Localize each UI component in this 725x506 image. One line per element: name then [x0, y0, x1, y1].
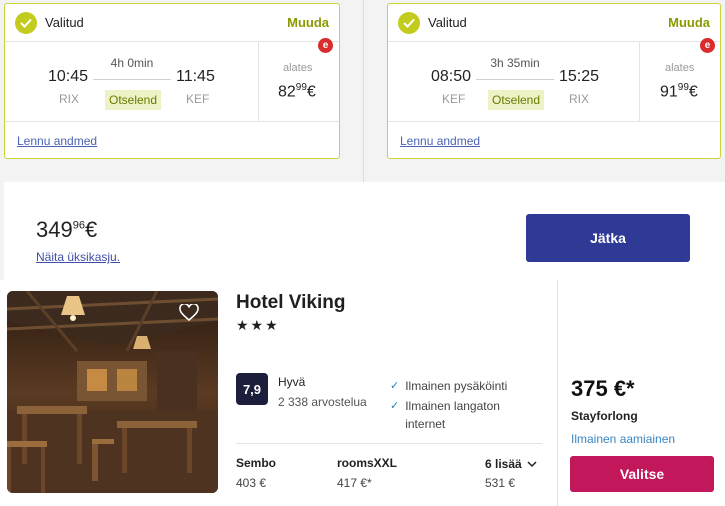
return-card-header: Valitud Muuda: [388, 4, 720, 42]
return-flight-card: Valitud Muuda 08:50 KEF 3h 35min Otselen…: [387, 3, 721, 159]
arrive-time: 11:45: [176, 68, 215, 85]
arrive-airport: RIX: [569, 92, 590, 106]
flight-price: 8299€: [278, 82, 316, 101]
change-link[interactable]: Muuda: [668, 15, 710, 30]
price-divider: [258, 42, 259, 121]
arrive-airport: KEF: [186, 92, 210, 106]
flight-duration: 3h 35min: [490, 56, 540, 70]
depart-airport: RIX: [59, 92, 80, 106]
chevron-down-icon: [527, 461, 537, 468]
price-divider: [639, 42, 640, 121]
price-column-divider: [557, 280, 558, 506]
selected-status: Valitud: [45, 15, 84, 30]
check-icon: [398, 11, 420, 34]
from-label: alates: [665, 62, 695, 74]
direct-flight-tag: Otselend: [488, 90, 545, 110]
flight-duration: 4h 0min: [110, 56, 154, 70]
column-divider: [363, 0, 364, 182]
provider-price[interactable]: 403 €: [236, 476, 266, 490]
amenity-item: ✓ Ilmainen pysäköinti: [390, 379, 508, 393]
from-label: alates: [283, 62, 313, 74]
duration-line: [93, 79, 171, 80]
outbound-card-header: Valitud Muuda: [5, 4, 339, 42]
price-summary: 34996€ Näita üksikasju. Jätka: [4, 182, 725, 280]
e-badge-icon: e: [700, 38, 715, 53]
flight-details-link[interactable]: Lennu andmed: [17, 134, 97, 148]
total-price: 34996€: [36, 217, 98, 242]
return-flight-info: 08:50 KEF 3h 35min Otselend 15:25 RIX e …: [388, 38, 720, 122]
depart-time: 08:50: [431, 68, 472, 85]
change-link[interactable]: Muuda: [287, 15, 329, 30]
show-details-link[interactable]: Näita üksikasju.: [36, 250, 120, 264]
favorite-heart-icon[interactable]: [179, 302, 199, 327]
outbound-flight-card: Valitud Muuda 10:45 RIX 4h 0min Otselend…: [4, 3, 340, 159]
best-price: 375 €*: [571, 376, 635, 401]
provider-name[interactable]: Sembo: [236, 456, 276, 470]
review-score: 7,9: [236, 373, 268, 405]
best-provider: Stayforlong: [571, 409, 638, 423]
provider-price[interactable]: 531 €: [485, 476, 515, 490]
hotel-card: Hotel Viking ★★★ 7,9 Hyvä 2 338 arvostel…: [0, 280, 725, 506]
select-button[interactable]: Valitse: [570, 456, 714, 492]
divider: [236, 443, 542, 444]
review-count: 2 338 arvostelua: [278, 395, 367, 409]
provider-name[interactable]: roomsXXL: [337, 456, 397, 470]
breakfast-info: Ilmainen aamiainen: [571, 432, 676, 446]
direct-flight-tag: Otselend: [105, 90, 162, 110]
check-icon: ✓: [390, 380, 400, 392]
duration-line: [476, 79, 554, 80]
continue-button[interactable]: Jätka: [526, 214, 690, 262]
check-icon: [15, 11, 37, 34]
e-badge-icon: e: [318, 38, 333, 53]
selected-status: Valitud: [428, 15, 467, 30]
arrive-time: 15:25: [559, 68, 600, 85]
rating-label: Hyvä: [278, 375, 306, 389]
more-providers-toggle[interactable]: 6 lisää: [485, 457, 538, 471]
flight-details-link[interactable]: Lennu andmed: [400, 134, 480, 148]
hotel-name[interactable]: Hotel Viking: [236, 292, 345, 314]
hotel-stars: ★★★: [236, 317, 280, 333]
outbound-flight-info: 10:45 RIX 4h 0min Otselend 11:45 KEF e a…: [5, 38, 339, 122]
provider-price[interactable]: 417 €*: [337, 476, 372, 490]
check-icon: ✓: [390, 400, 400, 412]
depart-airport: KEF: [442, 92, 466, 106]
amenity-item: ✓ Ilmainen langaton internet: [390, 399, 500, 431]
depart-time: 10:45: [48, 68, 89, 85]
flight-price: 9199€: [660, 82, 698, 101]
